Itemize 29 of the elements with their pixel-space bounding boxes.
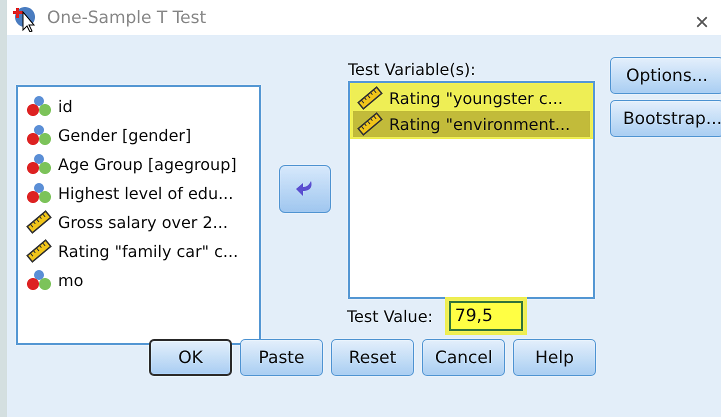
test-value-label: Test Value: [347, 306, 433, 326]
side-button[interactable]: Bootstrap... [610, 100, 721, 137]
nominal-variable-icon [26, 123, 52, 147]
variable-item[interactable]: Rating "family car" c... [22, 238, 255, 264]
test-variables-list[interactable]: Rating "youngster c... Rating "environment... [348, 81, 595, 299]
test-variables-label: Test Variable(s): [348, 60, 477, 79]
test-variable-item[interactable]: Rating "youngster c... [353, 85, 590, 111]
variable-item[interactable]: Age Group [agegroup] [22, 151, 255, 177]
variable-item[interactable]: id [22, 93, 255, 119]
move-button[interactable] [279, 165, 331, 213]
test-value-field[interactable]: 79,5 [448, 301, 523, 331]
dialog-button[interactable]: OK [149, 339, 232, 376]
window-title: One-Sample T Test [47, 8, 206, 28]
variable-item[interactable]: mo [22, 267, 255, 293]
nominal-variable-icon [26, 152, 52, 176]
variable-item[interactable]: Highest level of edu... [22, 180, 255, 206]
test-variable-item[interactable]: Rating "environment... [353, 111, 590, 137]
nominal-variable-icon [26, 94, 52, 118]
side-button[interactable]: Options... [610, 57, 721, 94]
close-button[interactable]: × [688, 8, 715, 38]
nominal-variable-icon [26, 268, 52, 292]
variable-item[interactable]: Gross salary over 2... [22, 209, 255, 235]
nominal-variable-icon [26, 181, 52, 205]
dialog-button[interactable]: Reset [331, 339, 414, 376]
dialog-button[interactable]: Paste [240, 339, 323, 376]
dialog-button[interactable]: Cancel [422, 339, 505, 376]
variable-list[interactable]: id Gender [gender] Age Group [agegroup] Highest level of edu... Gross salary over 2... Rating "family car" c... mo [16, 85, 261, 345]
dialog-button[interactable]: Help [513, 339, 596, 376]
variable-item[interactable]: Gender [gender] [22, 122, 255, 148]
